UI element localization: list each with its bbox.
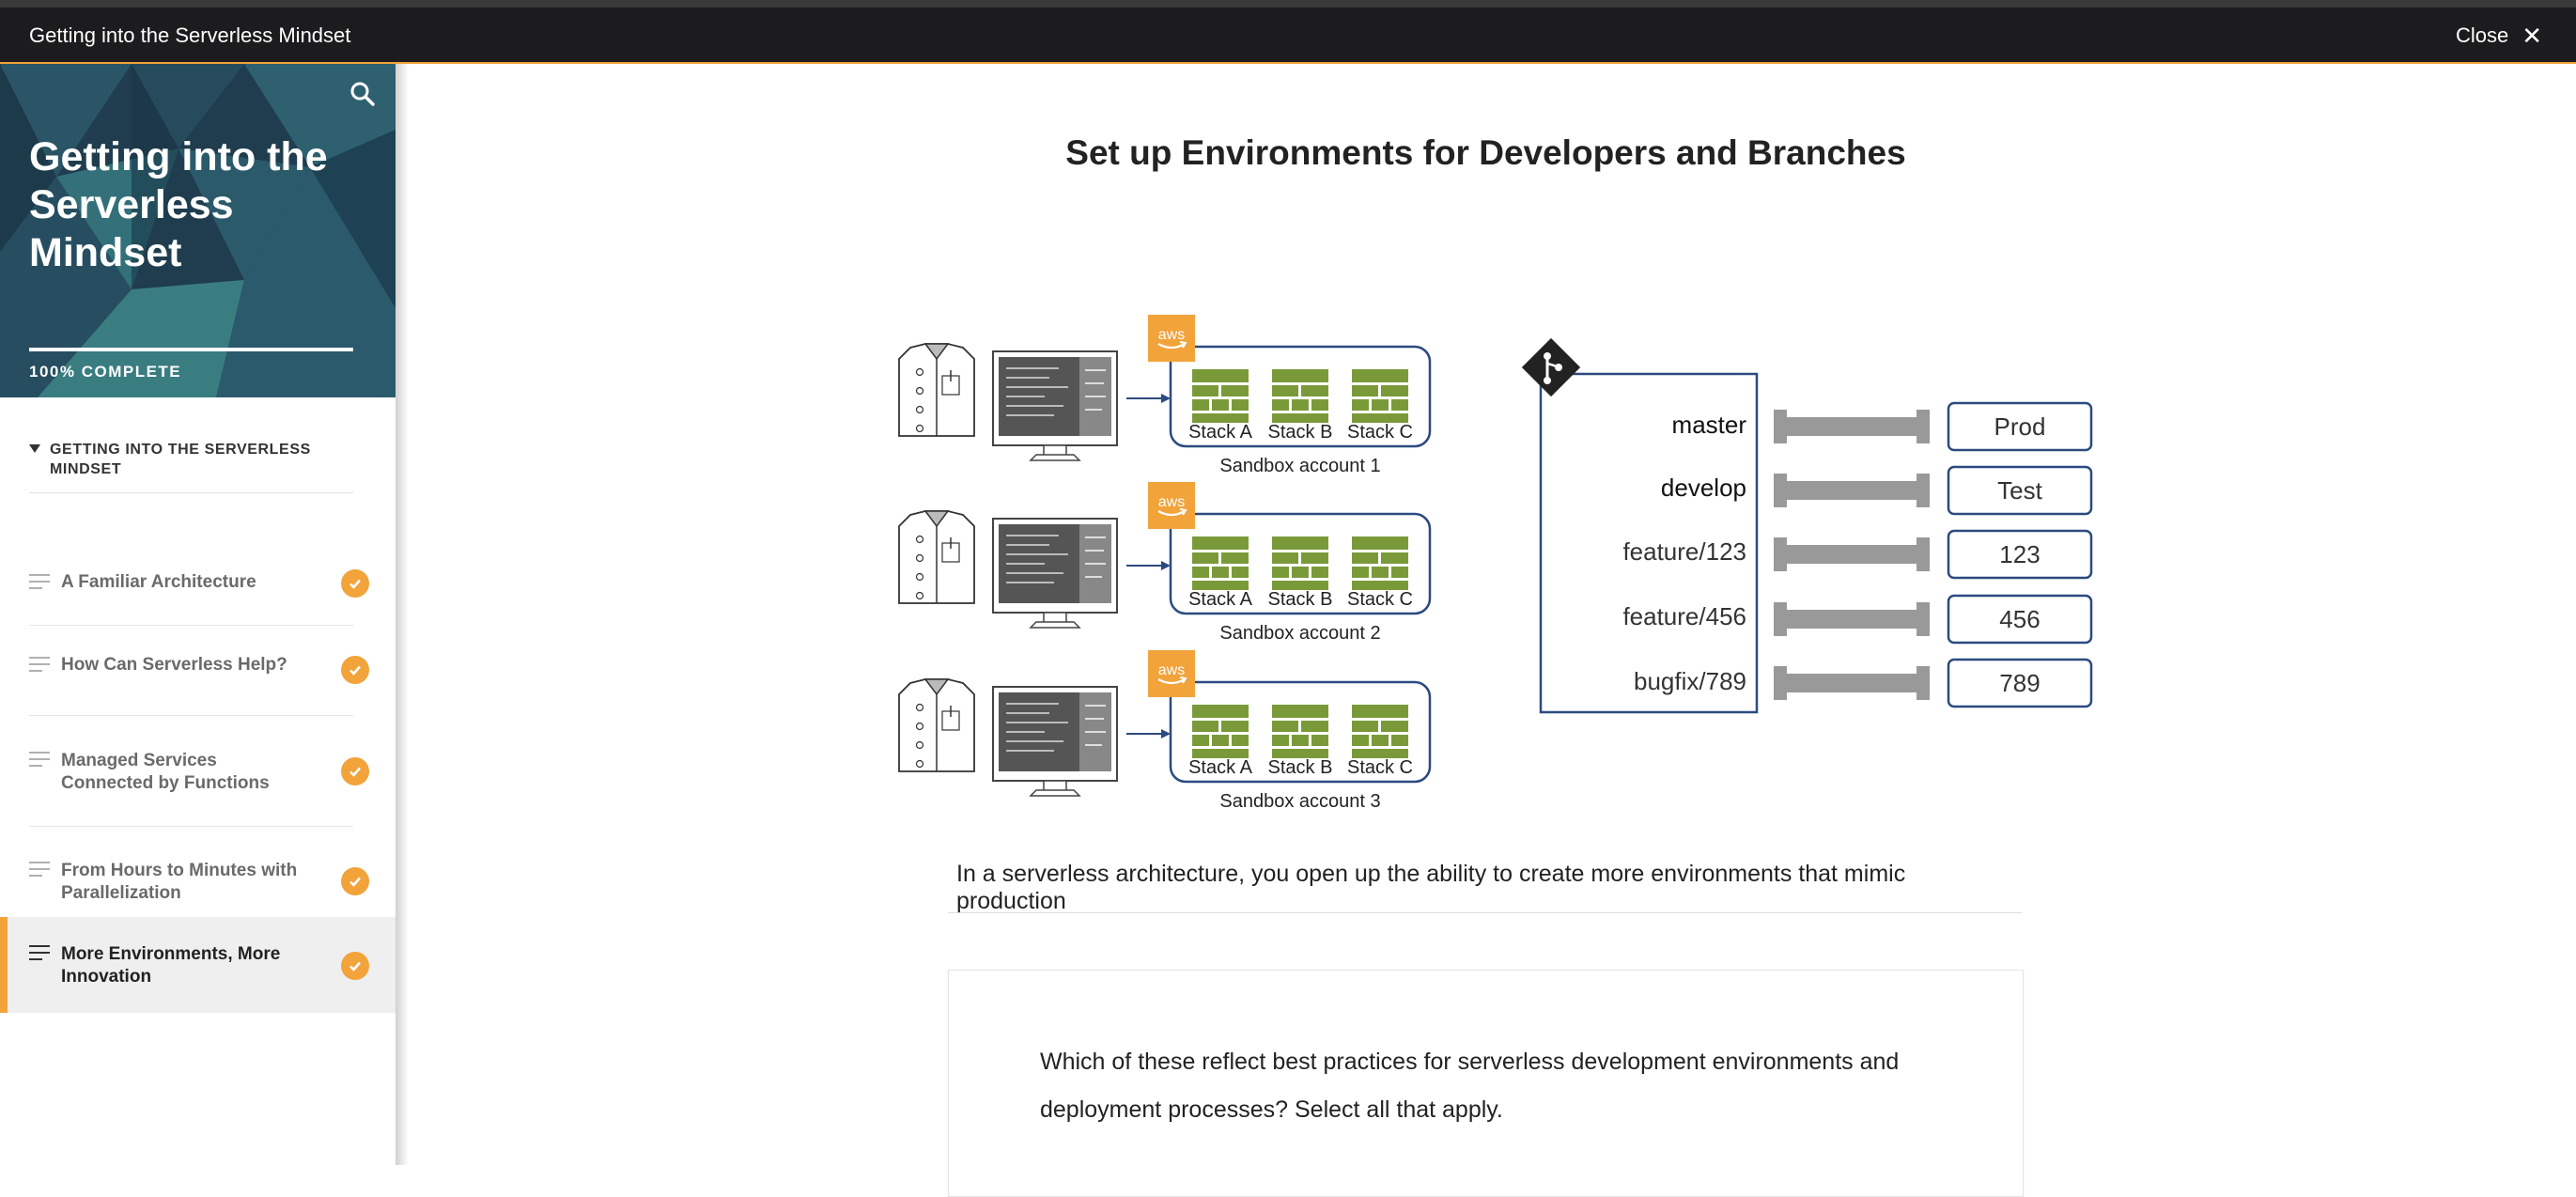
course-title: Getting into the Serverless Mindset [29,134,328,275]
lesson-lines-icon [29,574,50,594]
branch-label: bugfix/789 [1634,667,1746,695]
environment-label: 789 [1999,669,2040,697]
stack-label: Stack A [1188,757,1252,778]
branch-label: feature/456 [1622,602,1746,630]
lesson-label: A Familiar Architecture [61,572,256,592]
knowledge-check-card: Which of these reflect best practices fo… [948,970,2024,1197]
lesson-content: Set up Environments for Developers and B… [396,64,2576,1197]
sidebar-item-managed-services[interactable]: Managed Services Connected by Functions [0,716,396,827]
stack-label: Stack C [1347,589,1413,610]
stack-label: Stack B [1268,757,1333,778]
pipeline-connector [1774,474,1930,507]
sidebar-item-a-familiar-architecture[interactable]: A Familiar Architecture [0,541,396,626]
environment-label: Prod [1994,412,2046,441]
lesson-label: From Hours to Minutes with Parallelizati… [61,861,298,903]
developer-icon [898,343,975,437]
monitor-icon [992,518,1118,629]
stack-label: Stack C [1347,757,1413,778]
pipeline-connector [1774,666,1930,700]
branch-label: feature/123 [1622,537,1746,566]
branch-label: develop [1661,474,1746,502]
lesson-lines-icon [29,945,50,965]
developer-row-1: aws Stack A Stack B Stack C Sandbox acco… [898,313,1432,476]
close-button[interactable]: Close ✕ [2456,23,2542,48]
progress-bar [29,348,353,351]
collapse-triangle-icon [29,444,40,453]
developer-row-3: aws Stack A Stack B Stack C Sandbox acco… [898,648,1432,812]
lesson-label: Managed Services Connected by Functions [61,751,270,793]
check-circle-icon [341,757,369,785]
environment-label: 456 [1999,605,2040,633]
developer-icon [898,510,975,604]
environments-diagram: aws Stack A Stack B Stack C Sandbox acco… [898,313,2093,812]
lesson-label: More Environments, More Innovation [61,944,281,987]
window-top-strip [0,0,2576,8]
course-hero: Getting into the Serverless Mindset 100%… [0,64,396,397]
aws-label: aws [1158,327,1185,343]
stack-label: Stack A [1188,422,1252,443]
environment-label: 123 [1999,540,2040,568]
section-label: GETTING INTO THE SERVERLESS MINDSET [50,442,311,477]
sidebar-item-how-can-serverless-help[interactable]: How Can Serverless Help? [0,626,396,716]
caption-divider [948,912,2022,913]
close-icon: ✕ [2522,22,2542,50]
check-circle-icon [341,569,369,598]
stack-label: Stack B [1268,589,1333,610]
question-text: Which of these reflect best practices fo… [1040,1049,1900,1123]
stack-label: Stack C [1347,422,1413,443]
section-header[interactable]: GETTING INTO THE SERVERLESS MINDSET [29,440,353,493]
aws-label: aws [1158,662,1185,678]
monitor-icon [992,350,1118,461]
search-icon[interactable] [349,81,376,107]
title-bar: Getting into the Serverless Mindset Clos… [0,8,2576,64]
window-title: Getting into the Serverless Mindset [29,23,351,47]
check-circle-icon [341,867,369,895]
sidebar: Getting into the Serverless Mindset 100%… [0,64,396,1165]
account-label: Sandbox account 3 [1219,791,1380,812]
stack-label: Stack A [1188,589,1252,610]
check-circle-icon [341,656,369,684]
environment-label: Test [1997,476,2042,505]
check-circle-icon [341,952,369,980]
aws-label: aws [1158,494,1185,510]
section-divider [29,492,353,493]
branch-label: master [1672,411,1747,439]
progress-label: 100% COMPLETE [29,363,182,381]
pipeline-connector [1774,410,1930,443]
page-title: Set up Environments for Developers and B… [1065,133,1906,172]
lesson-lines-icon [29,657,50,676]
branches-panel: master develop feature/123 feature/456 b… [1521,337,2093,714]
pipeline-connector [1774,602,1930,636]
lesson-label: How Can Serverless Help? [61,655,287,675]
close-label: Close [2455,23,2509,47]
developer-row-2: aws Stack A Stack B Stack C Sandbox acco… [898,480,1432,644]
sidebar-item-more-environments[interactable]: More Environments, More Innovation [0,917,396,1013]
pipeline-connector [1774,537,1930,571]
monitor-icon [992,686,1118,797]
lesson-lines-icon [29,862,50,881]
account-label: Sandbox account 2 [1219,623,1380,644]
account-label: Sandbox account 1 [1219,456,1380,476]
stack-label: Stack B [1268,422,1333,443]
diagram-caption: In a serverless architecture, you open u… [956,861,1906,914]
lesson-lines-icon [29,752,50,771]
developer-icon [898,678,975,772]
